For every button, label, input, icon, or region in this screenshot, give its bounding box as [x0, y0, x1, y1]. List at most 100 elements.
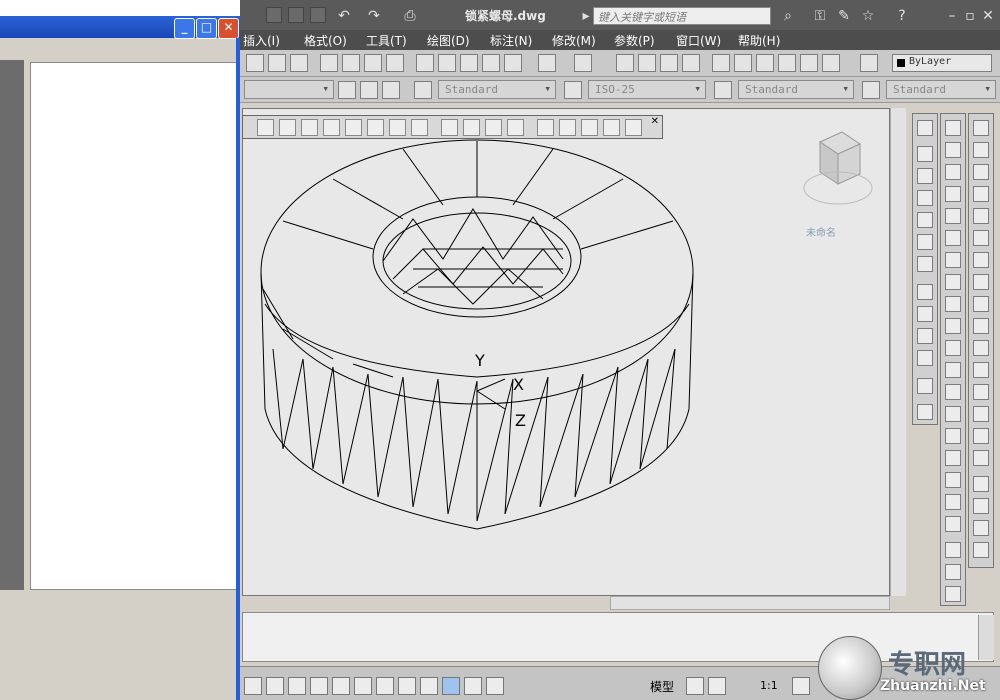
- view-name-dropdown[interactable]: 未命名: [806, 224, 860, 239]
- help-icon[interactable]: [860, 54, 878, 72]
- save-icon[interactable]: [290, 54, 308, 72]
- wedge-icon[interactable]: [301, 119, 318, 136]
- plot-icon[interactable]: [310, 7, 326, 23]
- zoom-realtime-icon[interactable]: [638, 54, 656, 72]
- chevron-right-icon[interactable]: ▸: [578, 8, 594, 24]
- search-input[interactable]: 键入关键字或短语: [593, 7, 771, 25]
- helix-icon[interactable]: [441, 119, 458, 136]
- explode-icon[interactable]: [973, 450, 989, 466]
- cone-icon[interactable]: [917, 190, 933, 206]
- minimize-app-icon[interactable]: –: [944, 8, 960, 24]
- sc-icon[interactable]: [486, 677, 504, 695]
- annotation-scale[interactable]: 1:1: [760, 679, 778, 692]
- undo-icon[interactable]: [538, 54, 556, 72]
- maximize-icon[interactable]: □: [196, 18, 217, 39]
- osnap-icon[interactable]: [310, 677, 328, 695]
- cone-icon[interactable]: [323, 119, 340, 136]
- dim-linear-icon[interactable]: [945, 542, 961, 558]
- make-block-icon[interactable]: [945, 384, 961, 400]
- restore-app-icon[interactable]: ▫: [962, 8, 978, 24]
- copy-icon[interactable]: [973, 142, 989, 158]
- 3d-align-icon[interactable]: [973, 520, 989, 536]
- menu-format[interactable]: 格式(O): [304, 32, 347, 49]
- extrude-icon[interactable]: [485, 119, 502, 136]
- pyramid-icon[interactable]: [411, 119, 428, 136]
- layer-color-combo[interactable]: ByLayer: [892, 54, 992, 72]
- sphere-icon[interactable]: [345, 119, 362, 136]
- vertical-scrollbar[interactable]: [890, 108, 906, 596]
- plot-icon[interactable]: [320, 54, 338, 72]
- rotate-icon[interactable]: [973, 252, 989, 268]
- cylinder-icon[interactable]: [367, 119, 384, 136]
- redo-icon[interactable]: ↷: [366, 8, 382, 24]
- tool-palettes-icon[interactable]: [756, 54, 774, 72]
- render-icon[interactable]: [917, 378, 933, 394]
- print-icon[interactable]: ⎙: [402, 8, 418, 24]
- hatch-icon[interactable]: [945, 428, 961, 444]
- polyline-icon[interactable]: [945, 164, 961, 180]
- placeholder-combo[interactable]: [244, 80, 334, 99]
- polysolid-icon[interactable]: [257, 119, 274, 136]
- grid-icon[interactable]: [244, 677, 262, 695]
- text-style-icon[interactable]: [414, 81, 432, 99]
- ellipse-icon[interactable]: [945, 318, 961, 334]
- menu-help[interactable]: 帮助(H): [738, 32, 780, 49]
- box-icon[interactable]: [917, 146, 933, 162]
- break-icon[interactable]: [973, 362, 989, 378]
- gradient-icon[interactable]: [945, 450, 961, 466]
- text-style-combo[interactable]: Standard: [438, 80, 556, 99]
- annotation-icon[interactable]: [792, 677, 810, 695]
- scale-icon[interactable]: [973, 274, 989, 290]
- menu-draw[interactable]: 绘图(D): [427, 32, 470, 49]
- menu-parametric[interactable]: 参数(P): [614, 32, 655, 49]
- wedge-icon[interactable]: [917, 168, 933, 184]
- menu-window[interactable]: 窗口(W): [676, 32, 721, 49]
- tool-icon[interactable]: [917, 120, 933, 136]
- command-scrollbar[interactable]: [978, 615, 994, 660]
- polar-icon[interactable]: [288, 677, 306, 695]
- arc-icon[interactable]: [945, 230, 961, 246]
- mleader-style-icon[interactable]: [862, 81, 880, 99]
- polygon-icon[interactable]: [945, 186, 961, 202]
- binoculars-icon[interactable]: ⌕: [780, 8, 796, 24]
- layer-iso-icon[interactable]: [382, 81, 400, 99]
- save-icon[interactable]: [266, 7, 282, 23]
- command-window[interactable]: [242, 612, 994, 662]
- qp-icon[interactable]: [464, 677, 482, 695]
- dim-style-icon[interactable]: [564, 81, 582, 99]
- horizontal-scrollbar[interactable]: [610, 596, 890, 610]
- tpy-icon[interactable]: [442, 677, 460, 695]
- box-icon[interactable]: [279, 119, 296, 136]
- erase-icon[interactable]: [973, 120, 989, 136]
- loft-icon[interactable]: [581, 119, 598, 136]
- close-app-icon[interactable]: ✕: [980, 8, 996, 24]
- design-center-icon[interactable]: [734, 54, 752, 72]
- lwt-icon[interactable]: [420, 677, 438, 695]
- sweep-icon[interactable]: [537, 119, 554, 136]
- minimize-icon[interactable]: _: [174, 18, 195, 39]
- fillet-icon[interactable]: [973, 428, 989, 444]
- otrack-icon[interactable]: [354, 677, 372, 695]
- wireframe-icon[interactable]: [917, 306, 933, 322]
- dim-arc-icon[interactable]: [945, 586, 961, 602]
- layer-prev-icon[interactable]: [360, 81, 378, 99]
- redo-icon[interactable]: [574, 54, 592, 72]
- rectangle-icon[interactable]: [945, 208, 961, 224]
- menu-dimension[interactable]: 标注(N): [490, 32, 532, 49]
- circle-icon[interactable]: [945, 252, 961, 268]
- undo-icon[interactable]: ↶: [336, 8, 352, 24]
- lights-icon[interactable]: [917, 404, 933, 420]
- ortho-icon[interactable]: [266, 677, 284, 695]
- mtext-icon[interactable]: [945, 516, 961, 532]
- preview-icon[interactable]: [342, 54, 360, 72]
- viewcube[interactable]: [798, 128, 874, 238]
- hidden-icon[interactable]: [917, 328, 933, 344]
- close-toolbar-icon[interactable]: ✕: [651, 116, 659, 127]
- line-icon[interactable]: [945, 120, 961, 136]
- paste-icon[interactable]: [460, 54, 478, 72]
- menu-insert[interactable]: 插入(I): [243, 32, 280, 49]
- 3d-move-icon[interactable]: [973, 476, 989, 492]
- save-as-icon[interactable]: [288, 7, 304, 23]
- dyn-icon[interactable]: [398, 677, 416, 695]
- ducs-icon[interactable]: [376, 677, 394, 695]
